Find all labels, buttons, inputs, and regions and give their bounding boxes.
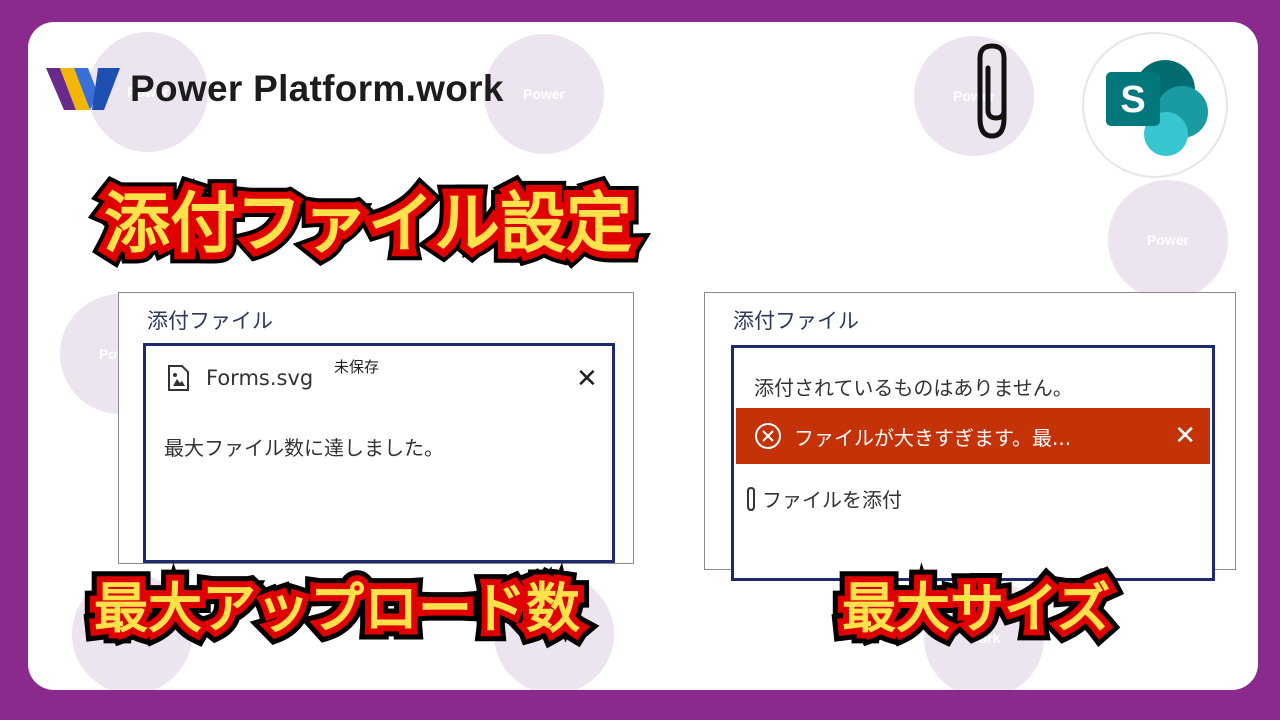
no-attachments-message: 添付されているものはありません。 (754, 376, 1073, 400)
attachments-panel-right: 添付ファイル 添付されているものはありません。 ファイルが大きすぎます。最...… (704, 292, 1236, 581)
watermark-text: Power (522, 86, 565, 102)
watermark-circle: Power (1108, 180, 1228, 300)
error-message: ファイルが大きすぎます。最... (794, 425, 1072, 450)
watermark-text: Power (1146, 232, 1189, 248)
attachments-label: 添付ファイル (147, 309, 273, 333)
brand-name: Power Platform.work (130, 68, 504, 109)
attachments-label: 添付ファイル (733, 309, 859, 333)
brand-logo: Power Platform.work (46, 64, 504, 114)
paperclip-icon (747, 486, 755, 511)
attach-file-button[interactable]: ファイルを添付 (744, 484, 902, 513)
attachments-field[interactable]: Forms.svg 未保存 ✕ 最大ファイル数に達しました。 (143, 343, 615, 563)
error-banner: ファイルが大きすぎます。最... ✕ (736, 408, 1210, 464)
image-file-icon (168, 365, 189, 391)
thumbnail-card: Power Power Power Power Power work work … (28, 22, 1258, 690)
page-title-text: 添付ファイル設定 (97, 178, 639, 269)
unsaved-badge: 未保存 (334, 358, 380, 376)
remove-attachment-button[interactable]: ✕ (576, 366, 598, 392)
attachment-item[interactable]: Forms.svg (166, 364, 313, 392)
sharepoint-icon: S (1082, 32, 1228, 178)
attachments-field[interactable]: 添付されているものはありません。 ファイルが大きすぎます。最... ✕ ファイル… (731, 345, 1215, 581)
attach-file-label[interactable]: ファイルを添付 (762, 484, 902, 513)
max-files-message: 最大ファイル数に達しました。 (164, 436, 444, 460)
svg-text:S: S (1120, 79, 1145, 121)
power-platform-logo-icon (46, 68, 120, 110)
attachment-file-name[interactable]: Forms.svg (206, 366, 313, 390)
attachments-panel-left: 添付ファイル Forms.svg 未保存 ✕ 最大ファイル数に達しました。 (118, 292, 634, 564)
paperclip-icon (977, 43, 1007, 139)
caption-left-text: 最大アップロード数 (88, 571, 586, 646)
caption-right-text: 最大サイズ (836, 571, 1116, 646)
error-circle-icon (755, 423, 781, 449)
dismiss-error-button[interactable]: ✕ (1174, 423, 1196, 449)
